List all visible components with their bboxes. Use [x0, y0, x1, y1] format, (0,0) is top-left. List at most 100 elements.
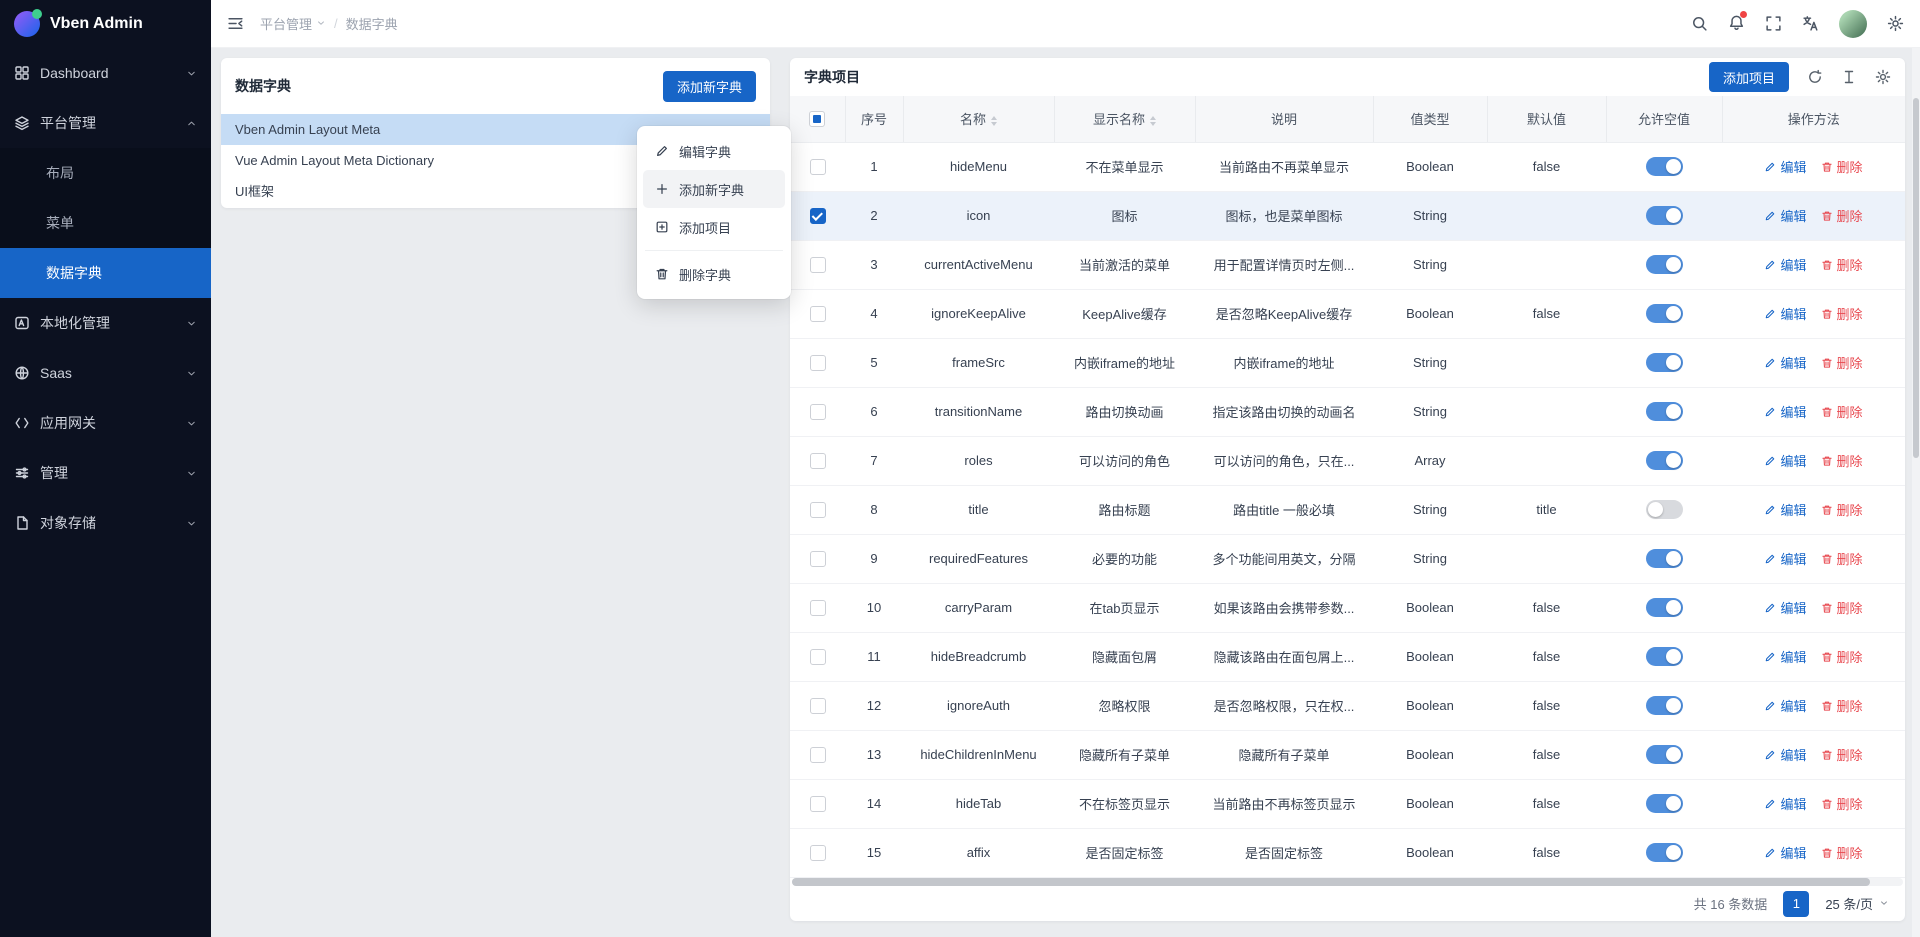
horizontal-scrollbar[interactable]	[792, 878, 1903, 886]
delete-button[interactable]: 删除	[1821, 353, 1863, 372]
translate-icon[interactable]	[1802, 15, 1819, 32]
edit-button[interactable]: 编辑	[1764, 500, 1806, 519]
sort-asc-icon[interactable]	[1150, 116, 1156, 120]
notification-bell-icon[interactable]	[1728, 14, 1745, 34]
context-menu-item-1[interactable]: 添加新字典	[643, 170, 785, 208]
breadcrumb-item-root[interactable]: 平台管理	[260, 14, 326, 33]
allow-null-toggle[interactable]	[1646, 304, 1683, 323]
row-checkbox[interactable]	[810, 257, 826, 273]
row-checkbox[interactable]	[810, 649, 826, 665]
logo[interactable]: Vben Admin	[0, 0, 211, 48]
allow-null-toggle[interactable]	[1646, 206, 1683, 225]
add-item-button[interactable]: 添加项目	[1709, 62, 1789, 92]
delete-button[interactable]: 删除	[1821, 451, 1863, 470]
page-button[interactable]: 1	[1783, 891, 1809, 917]
table-row[interactable]: 10carryParam在tab页显示如果该路由会携带参数...Booleanf…	[790, 583, 1905, 632]
select-all-checkbox[interactable]	[809, 111, 825, 127]
table-row[interactable]: 6transitionName路由切换动画指定该路由切换的动画名String编辑…	[790, 387, 1905, 436]
row-checkbox[interactable]	[810, 159, 826, 175]
delete-button[interactable]: 删除	[1821, 843, 1863, 862]
allow-null-toggle[interactable]	[1646, 598, 1683, 617]
allow-null-toggle[interactable]	[1646, 843, 1683, 862]
allow-null-toggle[interactable]	[1646, 549, 1683, 568]
sidebar-item-6[interactable]: 对象存储	[0, 498, 211, 548]
table-row[interactable]: 14hideTab不在标签页显示当前路由不再标签页显示Booleanfalse编…	[790, 779, 1905, 828]
table-row[interactable]: 1hideMenu不在菜单显示当前路由不再菜单显示Booleanfalse编辑删…	[790, 142, 1905, 191]
row-checkbox[interactable]	[810, 502, 826, 518]
allow-null-toggle[interactable]	[1646, 500, 1683, 519]
settings-gear-icon[interactable]	[1887, 15, 1904, 32]
row-checkbox[interactable]	[810, 551, 826, 567]
sidebar-item-0[interactable]: Dashboard	[0, 48, 211, 98]
context-menu-item-0[interactable]: 编辑字典	[643, 132, 785, 170]
delete-button[interactable]: 删除	[1821, 157, 1863, 176]
sort-desc-icon[interactable]	[1150, 122, 1156, 126]
sidebar-item-3[interactable]: Saas	[0, 348, 211, 398]
edit-button[interactable]: 编辑	[1764, 451, 1806, 470]
search-icon[interactable]	[1691, 15, 1708, 32]
add-dictionary-button[interactable]: 添加新字典	[663, 71, 756, 102]
table-row[interactable]: 12ignoreAuth忽略权限是否忽略权限，只在权...Booleanfals…	[790, 681, 1905, 730]
allow-null-toggle[interactable]	[1646, 402, 1683, 421]
sidebar-item-2[interactable]: 本地化管理	[0, 298, 211, 348]
edit-button[interactable]: 编辑	[1764, 696, 1806, 715]
edit-button[interactable]: 编辑	[1764, 402, 1806, 421]
edit-button[interactable]: 编辑	[1764, 745, 1806, 764]
allow-null-toggle[interactable]	[1646, 255, 1683, 274]
delete-button[interactable]: 删除	[1821, 696, 1863, 715]
avatar[interactable]	[1839, 10, 1867, 38]
row-checkbox[interactable]	[810, 355, 826, 371]
delete-button[interactable]: 删除	[1821, 402, 1863, 421]
row-checkbox[interactable]	[810, 453, 826, 469]
sort-icons[interactable]	[1150, 116, 1156, 126]
allow-null-toggle[interactable]	[1646, 794, 1683, 813]
allow-null-toggle[interactable]	[1646, 745, 1683, 764]
sidebar-item-5[interactable]: 管理	[0, 448, 211, 498]
edit-button[interactable]: 编辑	[1764, 353, 1806, 372]
edit-button[interactable]: 编辑	[1764, 549, 1806, 568]
allow-null-toggle[interactable]	[1646, 353, 1683, 372]
allow-null-toggle[interactable]	[1646, 647, 1683, 666]
delete-button[interactable]: 删除	[1821, 647, 1863, 666]
table-row[interactable]: 4ignoreKeepAliveKeepAlive缓存是否忽略KeepAlive…	[790, 289, 1905, 338]
table-row[interactable]: 9requiredFeatures必要的功能多个功能间用英文，分隔String编…	[790, 534, 1905, 583]
sidebar-subitem-1-0[interactable]: 布局	[0, 148, 211, 198]
table-row[interactable]: 2icon图标图标，也是菜单图标String编辑删除	[790, 191, 1905, 240]
edit-button[interactable]: 编辑	[1764, 598, 1806, 617]
vertical-scrollbar[interactable]	[1912, 48, 1920, 937]
delete-button[interactable]: 删除	[1821, 794, 1863, 813]
row-checkbox[interactable]	[810, 404, 826, 420]
sidebar-subitem-1-2[interactable]: 数据字典	[0, 248, 211, 298]
row-checkbox[interactable]	[810, 208, 826, 224]
sidebar-item-1[interactable]: 平台管理	[0, 98, 211, 148]
table-row[interactable]: 3currentActiveMenu当前激活的菜单用于配置详情页时左侧...St…	[790, 240, 1905, 289]
table-row[interactable]: 11hideBreadcrumb隐藏面包屑隐藏该路由在面包屑上...Boolea…	[790, 632, 1905, 681]
page-size-select[interactable]: 25 条/页	[1825, 894, 1889, 913]
edit-button[interactable]: 编辑	[1764, 647, 1806, 666]
sort-icons[interactable]	[991, 116, 997, 126]
allow-null-toggle[interactable]	[1646, 696, 1683, 715]
edit-button[interactable]: 编辑	[1764, 206, 1806, 225]
row-checkbox[interactable]	[810, 698, 826, 714]
edit-button[interactable]: 编辑	[1764, 794, 1806, 813]
delete-button[interactable]: 删除	[1821, 745, 1863, 764]
row-checkbox[interactable]	[810, 306, 826, 322]
row-checkbox[interactable]	[810, 845, 826, 861]
table-row[interactable]: 15affix是否固定标签是否固定标签Booleanfalse编辑删除	[790, 828, 1905, 877]
menu-fold-icon[interactable]	[227, 15, 244, 32]
fullscreen-icon[interactable]	[1765, 15, 1782, 32]
table-row[interactable]: 5frameSrc内嵌iframe的地址内嵌iframe的地址String编辑删…	[790, 338, 1905, 387]
sort-asc-icon[interactable]	[991, 116, 997, 120]
delete-button[interactable]: 删除	[1821, 304, 1863, 323]
delete-button[interactable]: 删除	[1821, 206, 1863, 225]
delete-button[interactable]: 删除	[1821, 500, 1863, 519]
edit-button[interactable]: 编辑	[1764, 157, 1806, 176]
allow-null-toggle[interactable]	[1646, 157, 1683, 176]
refresh-icon[interactable]	[1807, 69, 1823, 85]
delete-button[interactable]: 删除	[1821, 255, 1863, 274]
row-checkbox[interactable]	[810, 796, 826, 812]
edit-button[interactable]: 编辑	[1764, 843, 1806, 862]
row-checkbox[interactable]	[810, 747, 826, 763]
allow-null-toggle[interactable]	[1646, 451, 1683, 470]
row-height-icon[interactable]	[1841, 69, 1857, 85]
